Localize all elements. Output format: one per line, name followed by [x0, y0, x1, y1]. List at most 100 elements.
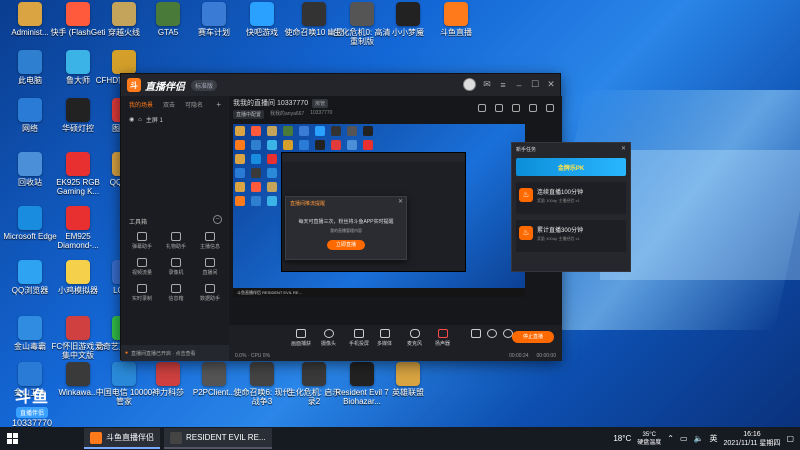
chat-icon[interactable]	[512, 104, 520, 112]
scene-item[interactable]: ◉ ⌂ 主屏 1	[121, 113, 229, 126]
tab-hidden[interactable]: 可隐名	[185, 100, 203, 109]
room-tag[interactable]: 房管	[312, 98, 329, 108]
desktop-icon[interactable]: 使命召唤6: 现代战争3	[234, 362, 290, 408]
flame-icon: ♨	[519, 188, 533, 202]
app-icon	[350, 2, 374, 26]
tool-icon	[137, 258, 147, 267]
disk-temp-widget[interactable]: 35°C 硬盘温度	[637, 431, 661, 447]
share-icon[interactable]	[546, 104, 554, 112]
tool-item[interactable]: 信息箱	[159, 284, 193, 302]
speaker-button[interactable]: 扬声器	[435, 329, 450, 347]
preview-mini-icon	[283, 140, 293, 150]
scene-label: 主屏 1	[145, 118, 163, 124]
app-icon	[18, 316, 42, 340]
eye-icon[interactable]: ◉	[129, 116, 134, 123]
volume-icon[interactable]: 🔈	[694, 434, 704, 443]
clock-time: 16:16	[743, 430, 761, 438]
tool-item[interactable]: 礼物助手	[159, 232, 193, 250]
notification-icon[interactable]: ▢	[786, 434, 794, 443]
taskbar-app-label: RESIDENT EVIL RE...	[186, 433, 266, 442]
desktop-icon-label: EM925 Diamond-...	[57, 232, 99, 250]
tool-item[interactable]: 数据助手	[193, 284, 227, 302]
version-badge: 标准版	[191, 79, 218, 91]
notice-bar[interactable]: ● 直播间直播已开启 · 点击查看	[121, 345, 229, 361]
tab-my-scenes[interactable]: 我的场景	[129, 100, 153, 109]
taskbar-app-douyu[interactable]: 斗鱼直播伴侣	[84, 428, 160, 449]
bell-icon[interactable]	[529, 104, 537, 112]
tool-item[interactable]: 实时录制	[125, 284, 159, 302]
stream-preview[interactable]: 直播间推流提醒 ✕ 每天可直播三次，粉丝将斗鱼APP实时提醒 我的直播管理内容 …	[233, 124, 525, 297]
dialog-go-live-button[interactable]: 立即直播	[327, 240, 365, 250]
desktop-icon[interactable]: 英雄联盟	[380, 362, 436, 408]
pk-banner[interactable]: 金牌乐PK	[516, 158, 626, 176]
app-icon	[18, 98, 42, 122]
preview-mini-icon	[235, 154, 245, 164]
status-right: 00:00:24 00:00:00	[509, 353, 556, 359]
microphone-button[interactable]: 麦克风	[407, 329, 422, 347]
app-titlebar[interactable]: 斗 直播伴侣 标准版 ✉ ≡ – ☐ ✕	[121, 74, 560, 96]
capture-button[interactable]: 画面捕获	[291, 329, 311, 347]
cpu-status: 0.0% · CPU 0%	[235, 353, 271, 359]
camera-icon	[323, 329, 334, 338]
desktop-icon[interactable]: 快吧游戏	[234, 2, 290, 48]
preview-mini-icon	[251, 168, 261, 178]
control-label: 多媒体	[377, 341, 393, 347]
app-icon	[156, 362, 180, 386]
tool-item[interactable]: 录像机	[159, 258, 193, 276]
dialog-close-icon[interactable]: ✕	[398, 198, 403, 205]
gift-icon[interactable]	[495, 104, 503, 112]
tool-icon	[205, 232, 215, 241]
task-item[interactable]: ♨ 累计直播300分钟 奖励 300dp 主播经验 x1	[516, 220, 626, 252]
phone-cast-button[interactable]: 手机投屏	[349, 329, 369, 347]
ime-indicator[interactable]: 英	[709, 433, 717, 444]
lock-icon[interactable]: ⌂	[138, 117, 142, 123]
douyu-watermark: 斗鱼 直播伴侣	[8, 390, 56, 418]
tool-icon	[205, 258, 215, 267]
eye-preview-button[interactable]	[487, 329, 497, 338]
add-scene-icon[interactable]: +	[216, 100, 221, 109]
tray-chevron-icon[interactable]: ⌃	[667, 434, 674, 443]
desktop-icon[interactable]: EM925 Diamond-...	[50, 206, 106, 252]
preview-mini-icon	[235, 182, 245, 192]
tools-collapse-icon[interactable]: –	[213, 215, 222, 224]
desktop-icon[interactable]: 斗鱼直播	[428, 2, 484, 48]
tool-label: 直播间	[202, 270, 218, 276]
app-icon	[18, 2, 42, 26]
app-icon	[250, 362, 274, 386]
maximize-icon[interactable]: ☐	[530, 79, 540, 90]
user-avatar[interactable]	[463, 78, 476, 91]
start-button[interactable]	[0, 427, 24, 450]
tool-item[interactable]: 直播间	[193, 258, 227, 276]
clock[interactable]: 16:16 2021/11/11 星期四	[723, 430, 780, 448]
media-button[interactable]: 多媒体	[377, 329, 392, 347]
control-label: 画面捕获	[291, 341, 312, 347]
task-panel-close-icon[interactable]: ✕	[621, 145, 626, 152]
tool-item[interactable]: 弹幕助手	[125, 232, 159, 250]
room-subheader: 直播中配置 我我的anya667 10337770	[233, 110, 332, 119]
media-icon	[379, 329, 390, 338]
app-icon	[66, 50, 90, 74]
preview-mini-icon	[299, 126, 309, 136]
windows-logo-icon	[6, 433, 18, 444]
record-button[interactable]	[471, 329, 481, 338]
preview-mini-icon	[251, 182, 261, 192]
stream-config-tag[interactable]: 直播中配置	[233, 110, 265, 119]
camera-button[interactable]: 摄像头	[321, 329, 336, 347]
room-header: 我我的直播间 10337770 房管	[233, 98, 329, 108]
menu-icon[interactable]: ≡	[498, 80, 508, 90]
minimize-icon[interactable]: –	[514, 80, 524, 90]
close-icon[interactable]: ✕	[546, 79, 556, 90]
task-item[interactable]: ♨ 连续直播100分钟 奖励 100dp 主播经验 x1	[516, 182, 626, 214]
tool-item[interactable]: 视频流量	[125, 258, 159, 276]
preview-mini-icon	[235, 196, 245, 206]
message-icon[interactable]: ✉	[482, 79, 492, 90]
phone-icon	[354, 329, 364, 338]
main-area: 我我的直播间 10337770 房管 直播中配置 我我的anya667 1033…	[229, 96, 631, 361]
stop-stream-button[interactable]: 停止直播	[512, 331, 554, 343]
taskbar-app-resident-evil[interactable]: RESIDENT EVIL RE...	[164, 428, 272, 449]
network-icon[interactable]: ▭	[680, 434, 688, 443]
outdoor-temp[interactable]: 18°C	[613, 434, 631, 443]
tool-item[interactable]: 主播信息	[193, 232, 227, 250]
tab-double[interactable]: 双击	[163, 100, 175, 109]
lock-toggle-icon[interactable]	[478, 104, 486, 112]
